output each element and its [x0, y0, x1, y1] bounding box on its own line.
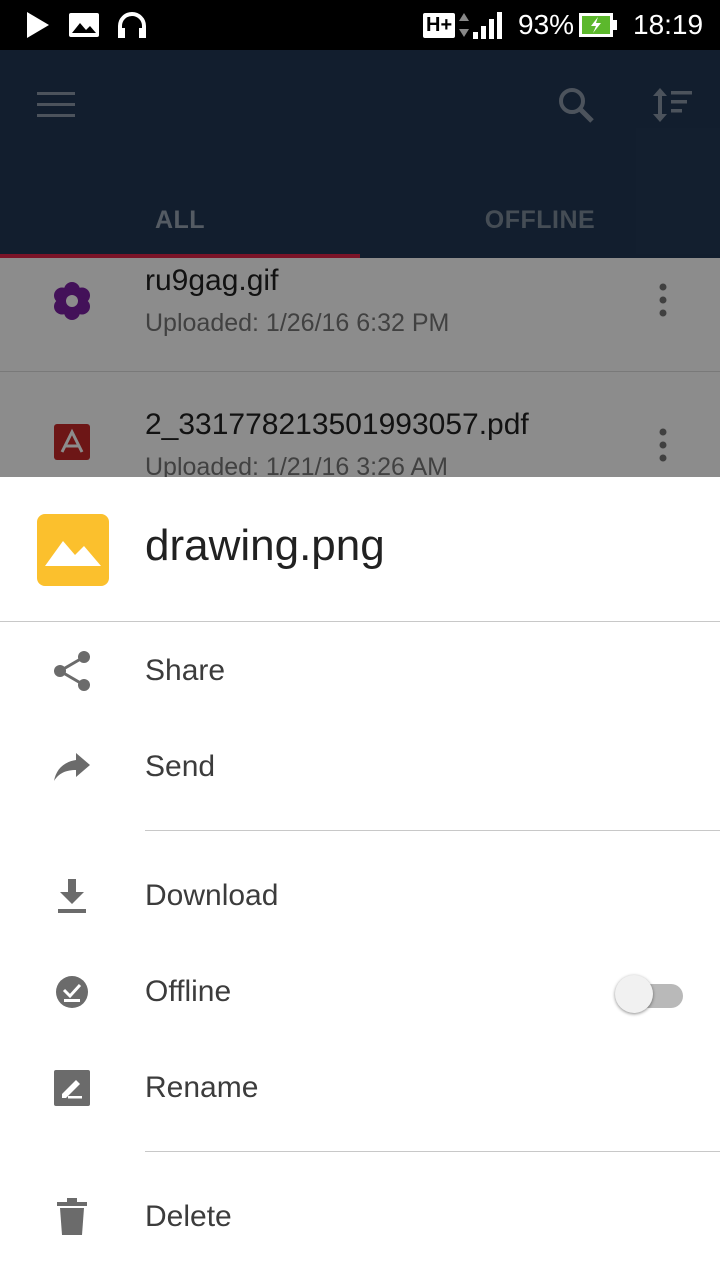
gallery-icon [68, 0, 100, 50]
clock: 18:19 [633, 9, 704, 40]
share-label: Share [145, 654, 226, 687]
download-label: Download [145, 879, 279, 912]
status-bar: H+ 93% 18:19 [0, 0, 720, 50]
trash-icon [50, 1195, 94, 1239]
download-action[interactable]: Download [0, 848, 720, 944]
send-label: Send [145, 750, 216, 783]
battery-percent: 93% [518, 9, 575, 40]
network-type-icon: H+ [423, 0, 470, 50]
rename-label: Rename [145, 1071, 259, 1104]
signal-icon [472, 0, 508, 50]
rename-action[interactable]: Rename [0, 1040, 720, 1136]
network-type-label: H+ [423, 12, 456, 38]
send-action[interactable]: Send [0, 719, 720, 815]
delete-label: Delete [145, 1200, 232, 1233]
divider [145, 1151, 720, 1152]
sheet-file-name: drawing.png [145, 521, 385, 570]
share-icon [50, 649, 94, 693]
image-icon [37, 514, 109, 586]
play-store-icon [25, 0, 51, 50]
sheet-header: drawing.png [0, 477, 720, 622]
forward-icon [50, 745, 94, 789]
download-icon [50, 874, 94, 918]
offline-label: Offline [145, 975, 232, 1008]
share-action[interactable]: Share [0, 623, 720, 719]
delete-action[interactable]: Delete [0, 1169, 720, 1265]
battery-charging-icon [578, 0, 618, 50]
offline-toggle[interactable] [615, 972, 685, 1013]
divider [145, 830, 720, 831]
offline-action[interactable]: Offline [0, 944, 720, 1040]
file-actions-sheet: drawing.png Share Send Download Offline [0, 477, 720, 1280]
headset-icon [116, 0, 148, 50]
toggle-thumb [615, 975, 653, 1013]
rename-icon [50, 1066, 94, 1110]
offline-check-icon [50, 970, 94, 1014]
scrim-overlay[interactable] [0, 50, 720, 478]
